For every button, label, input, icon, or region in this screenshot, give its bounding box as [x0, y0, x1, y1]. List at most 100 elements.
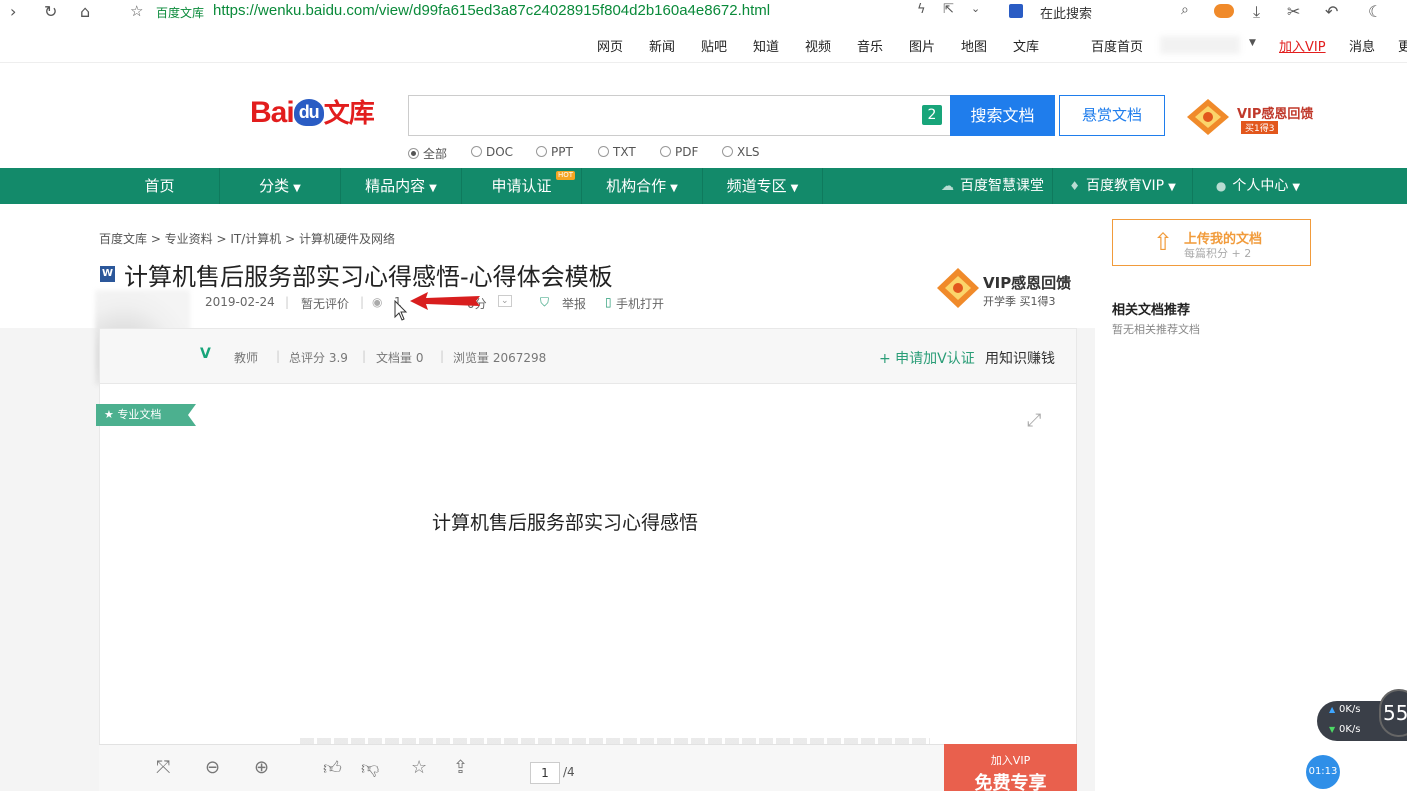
share-icon[interactable]: ⇱ — [943, 2, 954, 17]
author-role: 教师 — [234, 351, 259, 365]
document-page — [99, 384, 1077, 791]
site-name: 百度文库 — [156, 6, 205, 20]
nav-edu-vip[interactable]: ♦ 百度教育VIP ▼ — [1053, 168, 1193, 204]
username-blurred — [1160, 36, 1240, 54]
nav-link-web[interactable]: 网页 — [597, 36, 623, 55]
filter-txt[interactable]: TXT — [598, 145, 636, 159]
report-link[interactable]: 举报 — [562, 295, 586, 312]
filter-pdf[interactable]: PDF — [660, 145, 698, 159]
nav-link-video[interactable]: 视频 — [805, 36, 831, 55]
zoom-in-icon[interactable]: ⊕ — [254, 757, 269, 778]
nav-link-music[interactable]: 音乐 — [857, 36, 883, 55]
author-info-bar: V 教师 | 总评分 3.9 | 文档量 0 | 浏览量 2067298 + 申… — [99, 328, 1077, 384]
author-view-count: 浏览量 2067298 — [453, 351, 547, 365]
baidu-search-icon[interactable] — [1009, 4, 1023, 18]
nav-cooperation[interactable]: 机构合作 ▼ — [582, 168, 703, 204]
hot-badge: HOT — [556, 171, 576, 180]
baidu-wenku-logo[interactable]: Bai du 文库 — [250, 93, 375, 130]
nav-category[interactable]: 分类 ▼ — [220, 168, 341, 204]
related-docs-empty: 暂无相关推荐文档 — [1112, 323, 1200, 336]
filter-doc[interactable]: DOC — [471, 145, 513, 159]
nav-link-zhidao[interactable]: 知道 — [753, 36, 779, 55]
filter-all[interactable]: 全部 — [408, 145, 447, 162]
undo-icon[interactable]: ↶ — [1325, 2, 1338, 21]
search-count-badge: 2 — [922, 105, 942, 125]
search-docs-button[interactable]: 搜索文档 — [950, 95, 1055, 136]
nav-link-map[interactable]: 地图 — [961, 36, 987, 55]
nav-personal-center[interactable]: ● 个人中心 ▼ — [1193, 168, 1323, 204]
lightning-icon[interactable]: ϟ — [917, 2, 926, 17]
game-icon[interactable] — [1214, 4, 1234, 18]
vip-promo-side[interactable]: VIP感恩回馈 开学季 买1得3 — [935, 266, 1085, 314]
net-speed-widget[interactable]: ▲ 0K/s ▼ 0K/s 55 — [1317, 689, 1407, 741]
author-total-score: 总评分 3.9 — [289, 351, 348, 365]
join-vip-link[interactable]: 加入VIP — [1279, 36, 1326, 55]
diamond-icon: ♦ — [1069, 179, 1080, 193]
search-icon[interactable]: ⌕ — [1181, 2, 1189, 18]
favorite-star-icon[interactable]: ☆ — [411, 757, 427, 778]
red-arrow-annotation — [410, 292, 480, 310]
zoom-out-icon[interactable]: ⊖ — [205, 757, 220, 778]
download-icon[interactable]: ⤓ — [1253, 2, 1260, 22]
user-icon: ● — [1215, 179, 1227, 193]
nav-link-wenku[interactable]: 文库 — [1013, 36, 1039, 55]
vip-promo-banner[interactable]: VIP感恩回馈 买1得3 — [1185, 97, 1315, 137]
record-timer[interactable]: 01:13 — [1306, 755, 1340, 789]
nav-link-baidu-home[interactable]: 百度首页 — [1091, 36, 1143, 55]
join-vip-button[interactable]: 加入VIP 免费专享 — [944, 744, 1077, 794]
reward-docs-button[interactable]: 悬赏文档 — [1059, 95, 1165, 136]
document-heading: 计算机售后服务部实习心得感悟 — [432, 512, 699, 534]
fit-screen-icon[interactable]: ⤧ — [156, 757, 170, 778]
reader-toolbar: ⤧ ⊖ ⊕ 👍︎ 👎︎ ☆ ⇪ — [99, 744, 1077, 791]
filter-xls[interactable]: XLS — [722, 145, 760, 159]
open-on-phone-link[interactable]: 手机打开 — [616, 295, 664, 312]
doc-search-input[interactable] — [408, 95, 951, 136]
page-title: 计算机售后服务部实习心得感悟-心得体会模板 — [124, 263, 613, 291]
forward-icon[interactable]: › — [10, 2, 16, 21]
upload-doc-button[interactable]: ⇧ 上传我的文档 每篇积分 + 2 — [1112, 219, 1311, 266]
browser-toolbar: › ↻ ⌂ ☆ 百度文库 https://wenku.baidu.com/vie… — [0, 0, 1407, 24]
moon-icon[interactable]: ☾ — [1368, 2, 1382, 21]
refresh-icon[interactable]: ↻ — [44, 2, 57, 21]
professional-doc-tag: ★ 专业文档 — [96, 404, 196, 426]
home-icon[interactable]: ⌂ — [80, 2, 90, 21]
nav-home[interactable]: 首页 — [100, 168, 220, 204]
address-bar[interactable]: https://wenku.baidu.com/view/d99fa615ed3… — [213, 2, 770, 19]
breadcrumb[interactable]: 百度文库 > 专业资料 > IT/计算机 > 计算机硬件及网络 — [99, 230, 395, 247]
fullscreen-icon[interactable]: ⤢ — [1027, 410, 1041, 431]
nav-link-image[interactable]: 图片 — [909, 36, 935, 55]
nav-premium[interactable]: 精品内容 ▼ — [341, 168, 462, 204]
apply-v-link[interactable]: + 申请加V认证 — [879, 348, 975, 368]
author-doc-count: 文档量 0 — [376, 351, 424, 365]
phone-icon: ▯ — [605, 295, 612, 309]
page-number-input[interactable]: 1 — [530, 762, 560, 784]
bookmark-star-icon[interactable]: ☆ — [130, 2, 143, 20]
download-speed-icon: ▼ — [1329, 725, 1336, 734]
nav-link-tieba[interactable]: 贴吧 — [701, 36, 727, 55]
shield-icon: ⛉ — [540, 295, 550, 309]
vip-medal-icon — [1187, 99, 1229, 135]
scissors-icon[interactable]: ✂ — [1287, 2, 1300, 21]
upload-speed-icon: ▲ — [1329, 705, 1336, 714]
earn-link[interactable]: 用知识赚钱 — [985, 348, 1055, 368]
like-icon[interactable]: 👍︎ — [323, 757, 342, 779]
related-docs-title: 相关文档推荐 — [1112, 303, 1191, 318]
messages-link[interactable]: 消息 — [1349, 36, 1375, 55]
word-doc-icon: W — [100, 266, 115, 282]
nav-smart-class[interactable]: ☁ 百度智慧课堂 — [933, 168, 1053, 204]
nav-channel[interactable]: 频道专区 ▼ — [703, 168, 823, 204]
eye-icon: ◉ — [372, 295, 383, 309]
mouse-cursor-icon — [394, 300, 408, 321]
dislike-icon[interactable]: 👎︎ — [361, 757, 379, 779]
vip-medal-icon — [937, 268, 979, 308]
nav-link-news[interactable]: 新闻 — [649, 36, 675, 55]
filter-ppt[interactable]: PPT — [536, 145, 573, 159]
doc-date: 2019-02-24 — [205, 295, 275, 309]
browser-search-input[interactable]: 在此搜索 — [1040, 3, 1092, 22]
share-icon[interactable]: ⇪ — [453, 757, 468, 778]
chevron-down-icon[interactable]: ⌄ — [498, 295, 512, 307]
page-total: /4 — [563, 765, 575, 779]
chevron-down-icon[interactable]: ⌄ — [971, 2, 980, 15]
chevron-down-icon[interactable]: ▼ — [1249, 38, 1256, 48]
more-link[interactable]: 更 — [1398, 36, 1407, 55]
